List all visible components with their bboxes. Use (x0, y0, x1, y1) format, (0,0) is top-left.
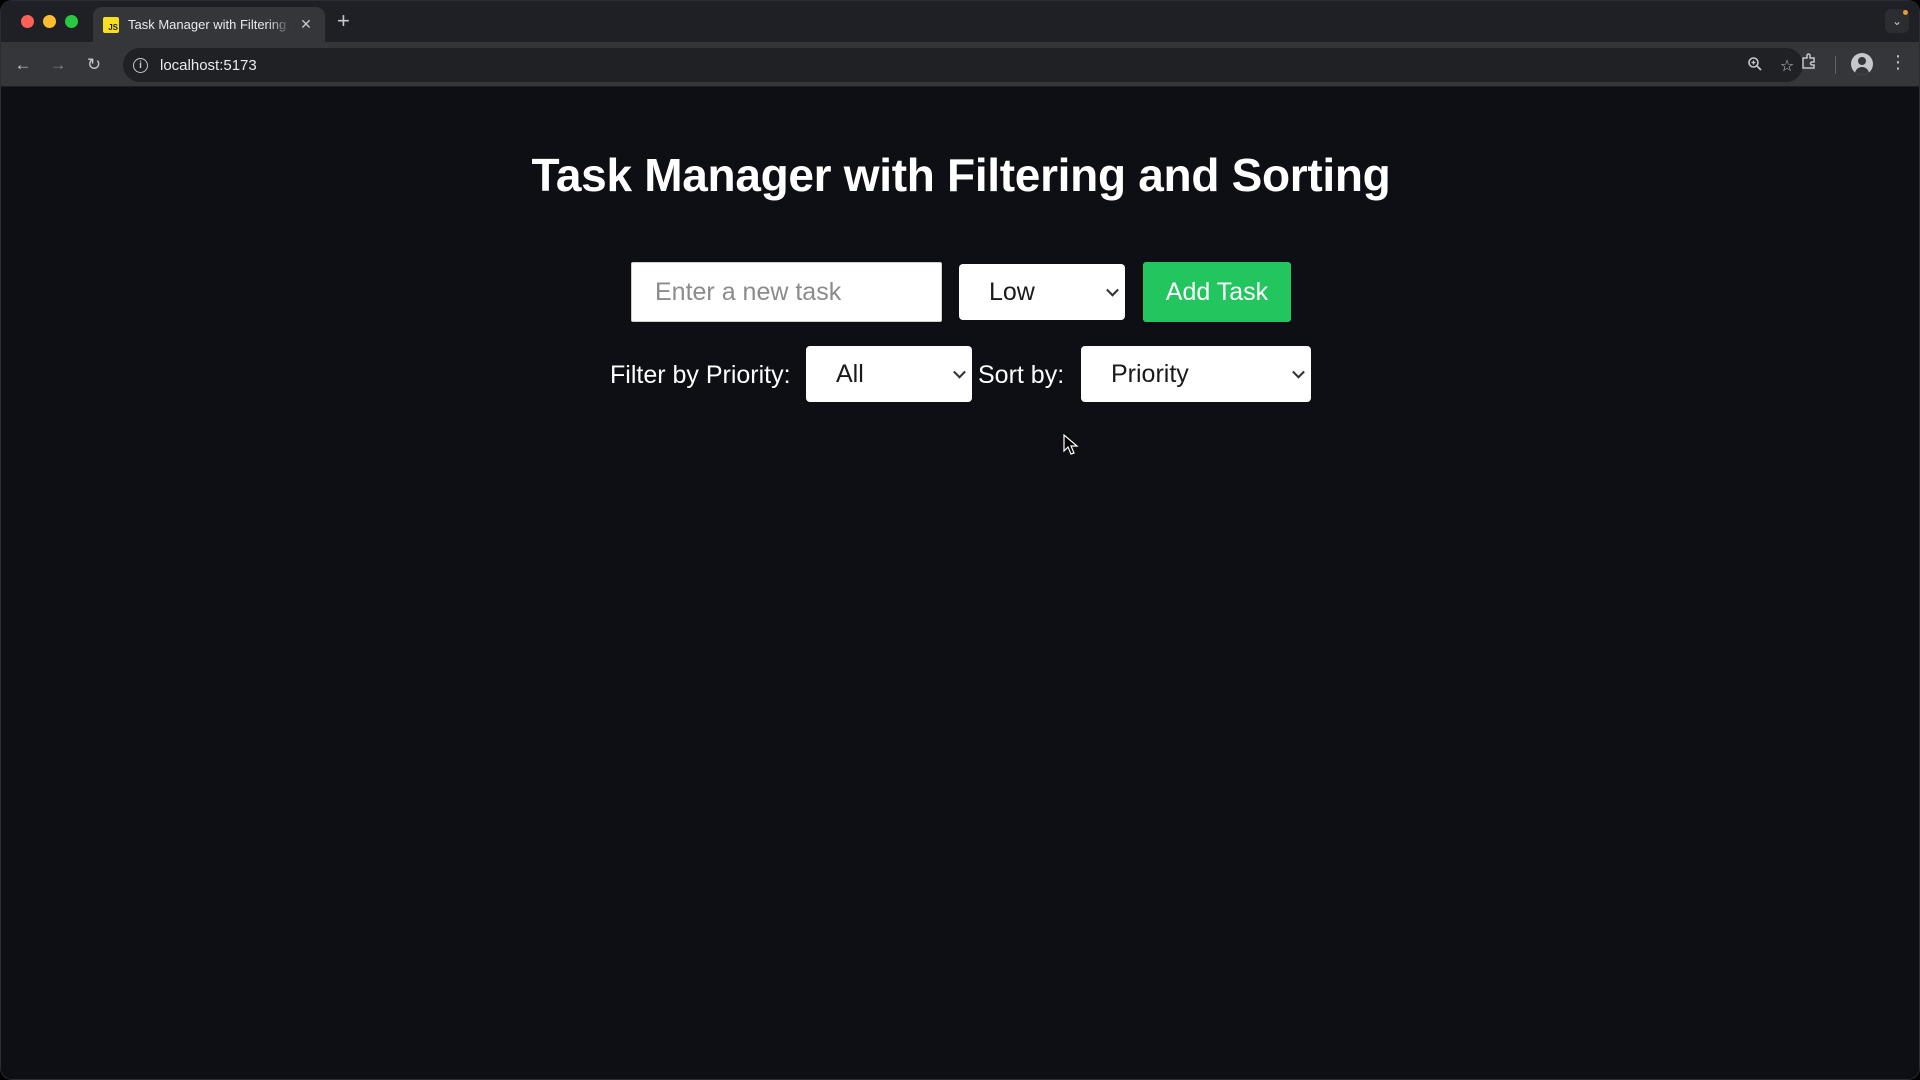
forward-icon[interactable]: → (45, 52, 71, 78)
close-window-button[interactable] (21, 15, 34, 28)
tab-strip: JS Task Manager with Filtering and Sorti… (1, 1, 1919, 42)
tab-title: Task Manager with Filtering and Sorting (128, 17, 292, 32)
sort-label: Sort by: (978, 361, 1065, 389)
browser-toolbar: ← → ↻ i localhost:5173 ☆ ⋮ (1, 42, 1919, 87)
add-task-button[interactable]: Add Task (1143, 262, 1291, 322)
address-bar[interactable]: i localhost:5173 ☆ (123, 48, 1803, 82)
profile-icon[interactable] (1851, 53, 1873, 75)
maximize-window-button[interactable] (65, 15, 78, 28)
menu-icon[interactable]: ⋮ (1886, 52, 1910, 73)
sort-select-value: Priority (1111, 359, 1189, 388)
extensions-icon[interactable] (1797, 52, 1821, 75)
filter-label: Filter by Priority: (610, 361, 791, 389)
zoom-icon[interactable] (1745, 56, 1765, 77)
chevron-down-icon (1292, 365, 1305, 379)
page-title: Task Manager with Filtering and Sorting (531, 149, 1391, 201)
chevron-down-icon (1106, 283, 1119, 297)
filter-priority-select[interactable]: All (806, 346, 972, 402)
close-icon[interactable]: ✕ (297, 16, 315, 33)
page-content: Task Manager with Filtering and Sorting … (1, 88, 1919, 1079)
chevron-down-icon (953, 365, 966, 379)
tab-search-icon[interactable]: ⌄ (1885, 9, 1909, 33)
back-icon[interactable]: ← (10, 52, 36, 78)
priority-select[interactable]: Low (959, 264, 1125, 320)
bookmark-star-icon[interactable]: ☆ (1777, 56, 1797, 76)
new-task-input[interactable] (631, 262, 942, 322)
priority-select-value: Low (989, 277, 1035, 306)
browser-window: JS Task Manager with Filtering and Sorti… (0, 0, 1920, 1080)
toolbar-divider (1835, 56, 1836, 74)
plus-icon[interactable]: + (337, 9, 350, 33)
window-controls (21, 15, 78, 28)
mouse-cursor-icon (1063, 434, 1079, 455)
filter-select-value: All (836, 359, 864, 388)
minimize-window-button[interactable] (43, 15, 56, 28)
sort-by-select[interactable]: Priority (1081, 346, 1311, 402)
info-icon[interactable]: i (133, 57, 148, 73)
url-text[interactable]: localhost:5173 (160, 57, 257, 74)
js-favicon-icon: JS (103, 16, 119, 33)
browser-tab[interactable]: JS Task Manager with Filtering and Sorti… (93, 7, 325, 42)
reload-icon[interactable]: ↻ (81, 52, 107, 78)
